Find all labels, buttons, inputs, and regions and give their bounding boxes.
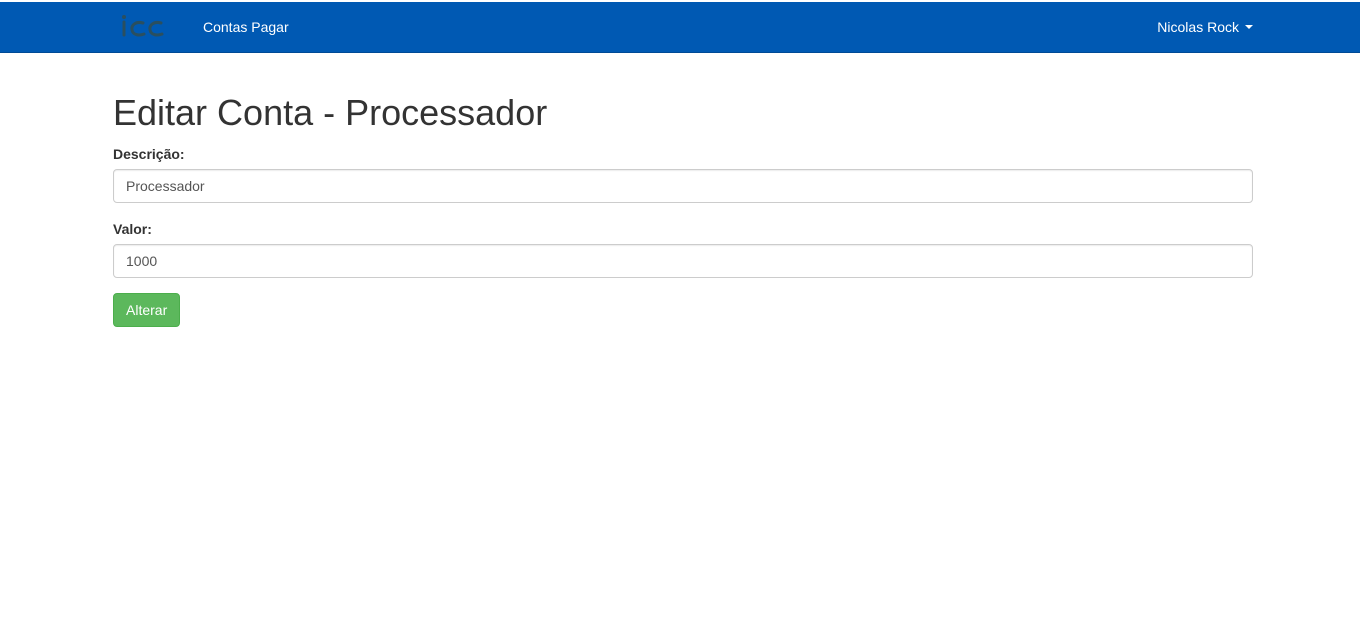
descricao-label: Descrição: [113,146,185,162]
caret-down-icon [1245,25,1253,29]
top-navbar: Contas Pagar Nicolas Rock [0,2,1360,53]
descricao-input[interactable] [113,169,1253,203]
page-title: Editar Conta - Processador [113,92,548,133]
alterar-button[interactable]: Alterar [113,293,181,327]
icc-logo-icon[interactable] [119,13,167,41]
main-content: Editar Conta - Processador Descrição: Va… [113,53,1253,327]
user-dropdown[interactable]: Nicolas Rock [1157,17,1253,37]
user-name: Nicolas Rock [1157,19,1239,35]
nav-link-contas-pagar[interactable]: Contas Pagar [203,17,289,37]
valor-label: Valor: [113,221,152,237]
valor-input[interactable] [113,244,1253,278]
